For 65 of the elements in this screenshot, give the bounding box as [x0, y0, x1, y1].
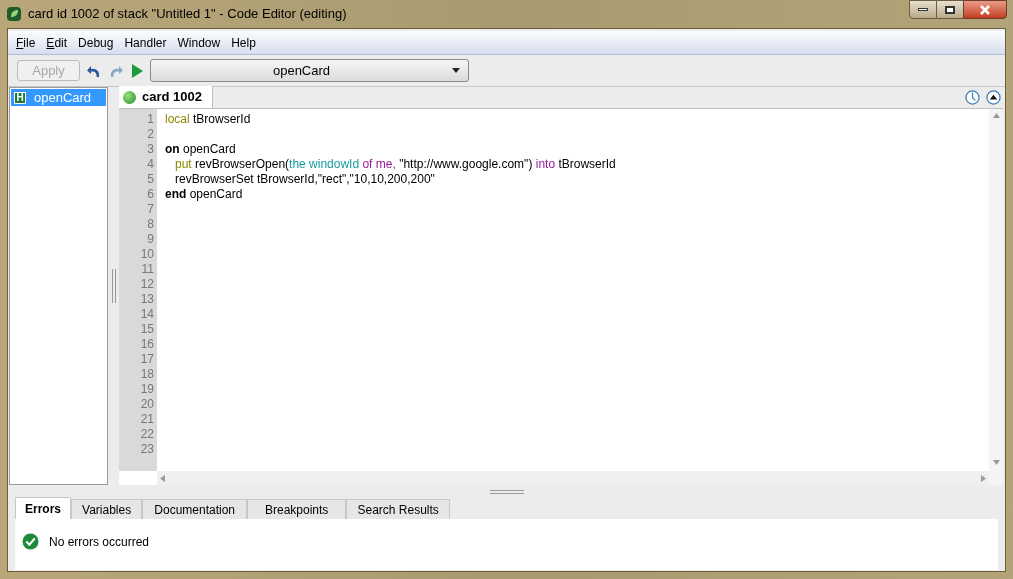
handler-badge: H [14, 91, 26, 104]
line-number: 20 [140, 397, 154, 411]
line-number: 10 [140, 247, 154, 261]
editor-tab[interactable]: card 1002 [119, 86, 213, 108]
panel-tab[interactable]: Breakpoints [247, 499, 347, 519]
app-logo-icon [6, 6, 22, 22]
scroll-down-icon[interactable] [992, 460, 1000, 465]
code-line: put revBrowserOpen(the windowId of me, "http://www.google.com") into tBrowserId [174, 157, 616, 172]
menu-item[interactable]: File [16, 33, 36, 52]
menu-item[interactable]: Help [231, 33, 256, 52]
check-icon [22, 533, 39, 550]
run-icon[interactable] [130, 62, 144, 79]
splitter-handle[interactable] [111, 269, 116, 303]
collapse-icon[interactable] [986, 90, 1001, 105]
menu-item[interactable]: Debug [78, 33, 114, 52]
close-button[interactable] [963, 0, 1007, 19]
line-number: 23 [140, 442, 154, 456]
code-line: on openCard [165, 142, 236, 157]
line-number: 15 [140, 322, 154, 336]
line-number: 17 [140, 352, 154, 366]
status-message: No errors occurred [49, 534, 150, 551]
line-number: 3 [147, 142, 154, 156]
line-number: 14 [140, 307, 154, 321]
panel-tab[interactable]: Errors [15, 497, 72, 519]
line-number: 19 [140, 382, 154, 396]
scroll-left-icon[interactable] [160, 474, 165, 482]
code-line: end openCard [165, 187, 243, 202]
line-number: 8 [147, 217, 154, 231]
line-number: 5 [147, 172, 154, 186]
line-number: 21 [140, 412, 154, 426]
code-line: local tBrowserId [165, 112, 251, 127]
clock-icon[interactable] [965, 90, 980, 105]
function-list-item[interactable]: H openCard [11, 89, 106, 106]
line-number: 6 [147, 187, 154, 201]
line-number: 16 [140, 337, 154, 351]
code-line: revBrowserSet tBrowserId,"rect","10,10,200,200" [174, 172, 435, 187]
panel-tab[interactable]: Documentation [142, 499, 248, 519]
line-number: 12 [140, 277, 154, 291]
minimize-icon [918, 8, 928, 11]
scroll-up-icon[interactable] [992, 113, 1000, 118]
panel-tab[interactable]: Variables [71, 499, 143, 519]
handler-dropdown[interactable]: openCard [150, 59, 469, 82]
line-number: 4 [147, 157, 154, 171]
line-number: 22 [140, 427, 154, 441]
caret-icon [452, 68, 460, 73]
close-icon [979, 4, 991, 15]
menu-item[interactable]: Window [177, 33, 221, 52]
maximize-button[interactable] [937, 0, 963, 19]
line-number: 7 [147, 202, 154, 216]
line-number: 13 [140, 292, 154, 306]
line-number: 1 [147, 112, 154, 126]
maximize-icon [945, 5, 955, 14]
vertical-scrollbar[interactable] [989, 109, 1003, 485]
horizontal-scrollbar[interactable] [157, 471, 989, 485]
splitter-handle[interactable] [489, 490, 524, 494]
menu-item[interactable]: Handler [124, 33, 167, 52]
line-number: 2 [147, 127, 154, 141]
window-title: card id 1002 of stack "Untitled 1" - Code Editor (editing) [28, 5, 347, 24]
line-number: 11 [141, 262, 154, 276]
minimize-button[interactable] [909, 0, 937, 19]
panel-tab[interactable]: Search Results [346, 499, 451, 519]
menu-item[interactable]: Edit [46, 33, 68, 52]
line-number: 9 [147, 232, 154, 246]
scroll-right-icon[interactable] [981, 474, 986, 482]
line-number: 18 [140, 367, 154, 381]
